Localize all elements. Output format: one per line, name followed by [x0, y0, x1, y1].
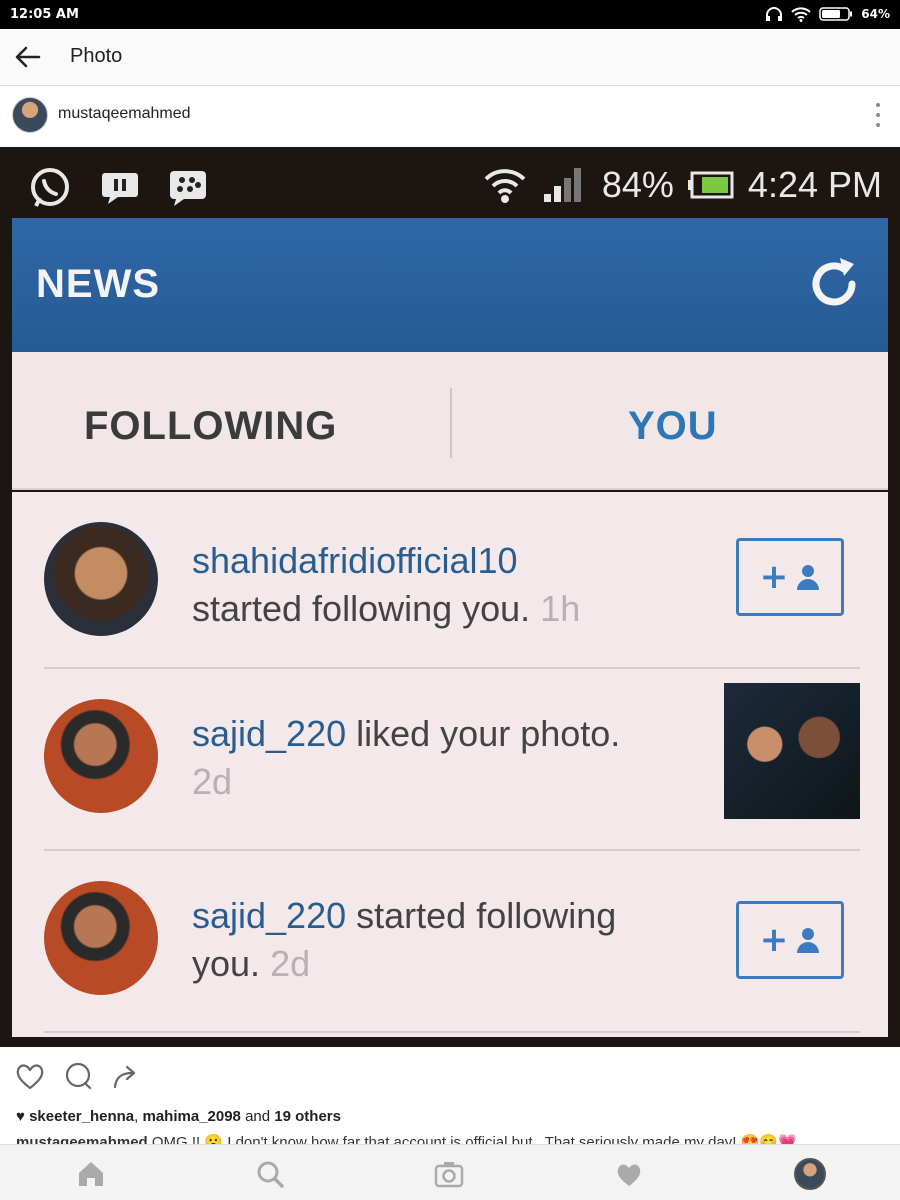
notification-line: you. 2d: [192, 943, 310, 985]
heart-small-icon: ♥: [16, 1108, 25, 1125]
bottom-nav: [0, 1144, 900, 1200]
battery-icon: [819, 7, 853, 21]
list-item: sajid_220 liked your photo. 2d: [12, 669, 888, 849]
share-icon[interactable]: [110, 1060, 142, 1092]
follow-button: +: [736, 901, 844, 979]
heart-icon[interactable]: [614, 1159, 644, 1189]
news-title: NEWS: [36, 262, 160, 306]
follow-button: +: [736, 538, 844, 616]
notification-time: 1h: [540, 588, 581, 629]
tab-divider: [450, 388, 452, 458]
wifi-icon: [791, 6, 811, 22]
refresh-icon: [812, 258, 856, 306]
like-others[interactable]: 19 others: [274, 1108, 341, 1125]
caption-username[interactable]: mustaqeemahmed: [16, 1134, 148, 1144]
headphones-icon: [766, 7, 783, 21]
list-item: shahidafridiofficial10 started following…: [12, 492, 888, 667]
avatar: [44, 522, 158, 636]
avatar[interactable]: [12, 97, 48, 133]
post-username[interactable]: mustaqeemahmed: [58, 105, 191, 123]
notification-user: shahidafridiofficial10: [192, 540, 518, 581]
status-bar: 12:05 AM 64%: [0, 0, 900, 29]
list-item: sajid_220 started following you. 2d +: [12, 851, 888, 1031]
post-actions: [0, 1048, 900, 1104]
page-title: Photo: [70, 45, 123, 67]
post-header: mustaqeemahmed: [0, 87, 900, 145]
more-options-icon[interactable]: [874, 103, 882, 127]
back-arrow-icon[interactable]: [14, 45, 42, 69]
news-feed: shahidafridiofficial10 started following…: [12, 492, 888, 1037]
likes-line: ♥ skeeter_henna, mahima_2098 and 19 othe…: [0, 1104, 900, 1130]
photo-status-bar: 84% 4:24 PM: [12, 152, 888, 216]
person-icon: [797, 928, 820, 953]
notification-text: started following you.: [192, 588, 531, 629]
person-icon: [797, 565, 820, 590]
like-user[interactable]: skeeter_henna: [29, 1108, 134, 1125]
news-tabs: FOLLOWING YOU: [12, 352, 888, 490]
avatar: [44, 699, 158, 813]
like-user[interactable]: mahima_2098: [142, 1108, 240, 1125]
signal-icon: [543, 168, 581, 202]
battery-percent: 64%: [861, 7, 890, 21]
item-divider: [44, 1031, 860, 1033]
plus-icon: +: [759, 920, 789, 960]
notification-time: 2d: [270, 943, 311, 984]
notification-line: 2d: [192, 761, 232, 803]
app-bar: Photo: [0, 29, 900, 86]
camera-icon[interactable]: [434, 1159, 464, 1189]
wifi-icon: [484, 169, 526, 203]
heart-icon[interactable]: [14, 1060, 46, 1092]
whatsapp-icon: [31, 168, 69, 207]
notification-time: 2d: [192, 761, 233, 802]
tab-following: FOLLOWING: [84, 404, 338, 448]
bbm-icon: [170, 171, 206, 206]
notification-line: sajid_220 liked your photo.: [192, 713, 620, 755]
post-photo[interactable]: 84% 4:24 PM NEWS FOLLOWING YOU shahidafr…: [0, 147, 900, 1047]
plus-icon: +: [759, 557, 789, 597]
news-header: NEWS: [12, 218, 888, 352]
photo-time: 4:24 PM: [747, 164, 882, 205]
notification-user: sajid_220: [192, 895, 347, 936]
tab-you: YOU: [628, 404, 718, 448]
post-caption: mustaqeemahmed OMG !! 😮 I don't know how…: [0, 1130, 900, 1144]
liked-photo-thumbnail: [724, 683, 860, 819]
notification-line: sajid_220 started following: [192, 895, 616, 937]
status-time: 12:05 AM: [10, 7, 79, 22]
notification-line: shahidafridiofficial10: [192, 540, 518, 582]
comment-icon[interactable]: [62, 1060, 94, 1092]
notification-line: started following you. 1h: [192, 588, 580, 630]
notification-text: started following: [356, 895, 617, 936]
battery-icon: [687, 171, 734, 199]
avatar: [44, 881, 158, 995]
photo-battery-percent: 84%: [601, 164, 674, 205]
notification-user: sajid_220: [192, 713, 347, 754]
notification-text: liked your photo.: [356, 713, 621, 754]
caption-text: OMG !! 😮 I don't know how far that accou…: [151, 1134, 797, 1144]
profile-avatar[interactable]: [794, 1158, 826, 1190]
search-icon[interactable]: [255, 1159, 285, 1189]
notification-text-cont: you.: [192, 943, 261, 984]
home-icon[interactable]: [76, 1159, 106, 1189]
message-icon: [102, 173, 138, 204]
